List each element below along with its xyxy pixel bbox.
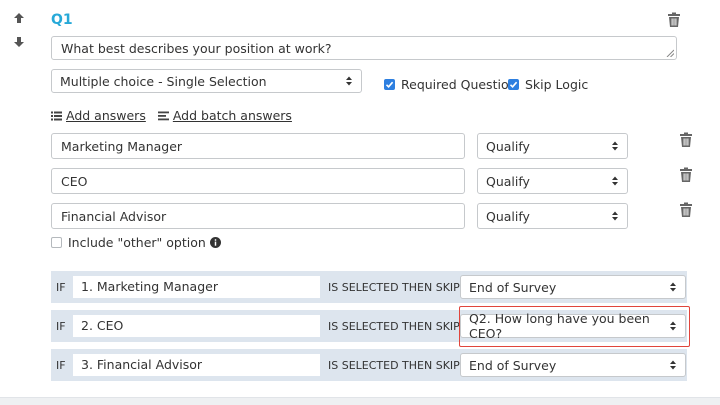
skip-destination-select[interactable]: Q2. How long have you been CEO? bbox=[460, 311, 686, 341]
question-text: What best describes your position at wor… bbox=[61, 41, 332, 56]
answer-type-value: Qualify bbox=[486, 208, 530, 224]
answer-input[interactable]: CEO bbox=[51, 168, 465, 194]
condition-text: 3. Financial Advisor bbox=[81, 357, 203, 372]
skip-logic-row: IF 1. Marketing Manager IS SELECTED THEN… bbox=[51, 271, 687, 303]
required-question-label: Required Question bbox=[401, 77, 517, 92]
skip-destination-value: Q2. How long have you been CEO? bbox=[469, 311, 650, 341]
skip-logic-label: Skip Logic bbox=[525, 77, 589, 92]
skip-to-label: IS SELECTED THEN SKIP TO bbox=[328, 319, 479, 333]
add-batch-answers-link[interactable]: Add batch answers bbox=[157, 108, 292, 123]
select-caret-icon bbox=[612, 176, 618, 186]
include-other-label: Include "other" option bbox=[68, 235, 206, 250]
delete-question-button[interactable] bbox=[667, 12, 681, 28]
batch-list-icon bbox=[157, 111, 169, 120]
question-type-value: Multiple choice - Single Selection bbox=[60, 73, 267, 89]
condition-field: 1. Marketing Manager bbox=[73, 276, 320, 298]
skip-destination-value: End of Survey bbox=[469, 357, 557, 373]
answer-input[interactable]: Marketing Manager bbox=[51, 133, 465, 159]
arrow-up-icon bbox=[14, 13, 24, 23]
info-icon[interactable] bbox=[209, 237, 221, 248]
move-up-button[interactable] bbox=[8, 7, 30, 29]
question-card: Q1 What best describes your position at … bbox=[0, 0, 720, 396]
trash-icon bbox=[680, 132, 692, 147]
trash-icon bbox=[680, 167, 692, 182]
answer-text: CEO bbox=[61, 174, 88, 189]
question-type-select[interactable]: Multiple choice - Single Selection bbox=[51, 69, 362, 93]
checkbox-checked-icon bbox=[508, 79, 519, 90]
answer-actions: Add answers Add batch answers bbox=[51, 108, 304, 123]
add-answers-label: Add answers bbox=[66, 108, 146, 123]
select-caret-icon bbox=[612, 141, 618, 151]
skip-destination-select[interactable]: End of Survey bbox=[460, 275, 686, 299]
skip-logic-checkbox[interactable]: Skip Logic bbox=[508, 77, 588, 92]
skip-to-label: IS SELECTED THEN SKIP TO bbox=[328, 358, 479, 372]
if-label: IF bbox=[56, 358, 66, 372]
select-caret-icon bbox=[346, 76, 352, 86]
delete-answer-button[interactable] bbox=[679, 202, 693, 218]
move-down-button[interactable] bbox=[8, 31, 30, 53]
trash-icon bbox=[680, 202, 692, 217]
add-answers-link[interactable]: Add answers bbox=[51, 108, 146, 123]
answer-type-value: Qualify bbox=[486, 173, 530, 189]
required-question-checkbox[interactable]: Required Question bbox=[384, 77, 517, 92]
if-label: IF bbox=[56, 319, 66, 333]
answer-input[interactable]: Financial Advisor bbox=[51, 203, 465, 229]
question-text-input[interactable]: What best describes your position at wor… bbox=[51, 36, 677, 60]
select-caret-icon bbox=[670, 321, 676, 331]
skip-destination-value: End of Survey bbox=[469, 279, 557, 295]
select-caret-icon bbox=[670, 282, 676, 292]
answer-type-select[interactable]: Qualify bbox=[477, 203, 628, 229]
skip-logic-row: IF 2. CEO IS SELECTED THEN SKIP TO Q2. H… bbox=[51, 310, 687, 342]
answer-type-value: Qualify bbox=[486, 138, 530, 154]
skip-destination-select[interactable]: End of Survey bbox=[460, 353, 686, 377]
answer-text: Financial Advisor bbox=[61, 209, 167, 224]
resize-handle-icon[interactable] bbox=[666, 49, 674, 57]
include-other-checkbox[interactable]: Include "other" option bbox=[51, 235, 221, 250]
if-label: IF bbox=[56, 280, 66, 294]
answer-type-select[interactable]: Qualify bbox=[477, 133, 628, 159]
checkbox-unchecked-icon bbox=[51, 237, 62, 248]
list-icon bbox=[51, 111, 62, 120]
delete-answer-button[interactable] bbox=[679, 132, 693, 148]
condition-field: 3. Financial Advisor bbox=[73, 354, 320, 376]
checkbox-checked-icon bbox=[384, 79, 395, 90]
condition-text: 1. Marketing Manager bbox=[81, 279, 218, 294]
add-batch-answers-label: Add batch answers bbox=[172, 108, 292, 123]
select-caret-icon bbox=[670, 360, 676, 370]
select-caret-icon bbox=[612, 211, 618, 221]
delete-answer-button[interactable] bbox=[679, 167, 693, 183]
answer-text: Marketing Manager bbox=[61, 139, 183, 154]
skip-to-label: IS SELECTED THEN SKIP TO bbox=[328, 280, 479, 294]
answer-type-select[interactable]: Qualify bbox=[477, 168, 628, 194]
condition-text: 2. CEO bbox=[81, 318, 124, 333]
arrow-down-icon bbox=[14, 37, 24, 47]
skip-logic-row: IF 3. Financial Advisor IS SELECTED THEN… bbox=[51, 349, 687, 381]
trash-icon bbox=[668, 12, 680, 27]
question-number: Q1 bbox=[51, 12, 73, 28]
condition-field: 2. CEO bbox=[73, 315, 320, 337]
